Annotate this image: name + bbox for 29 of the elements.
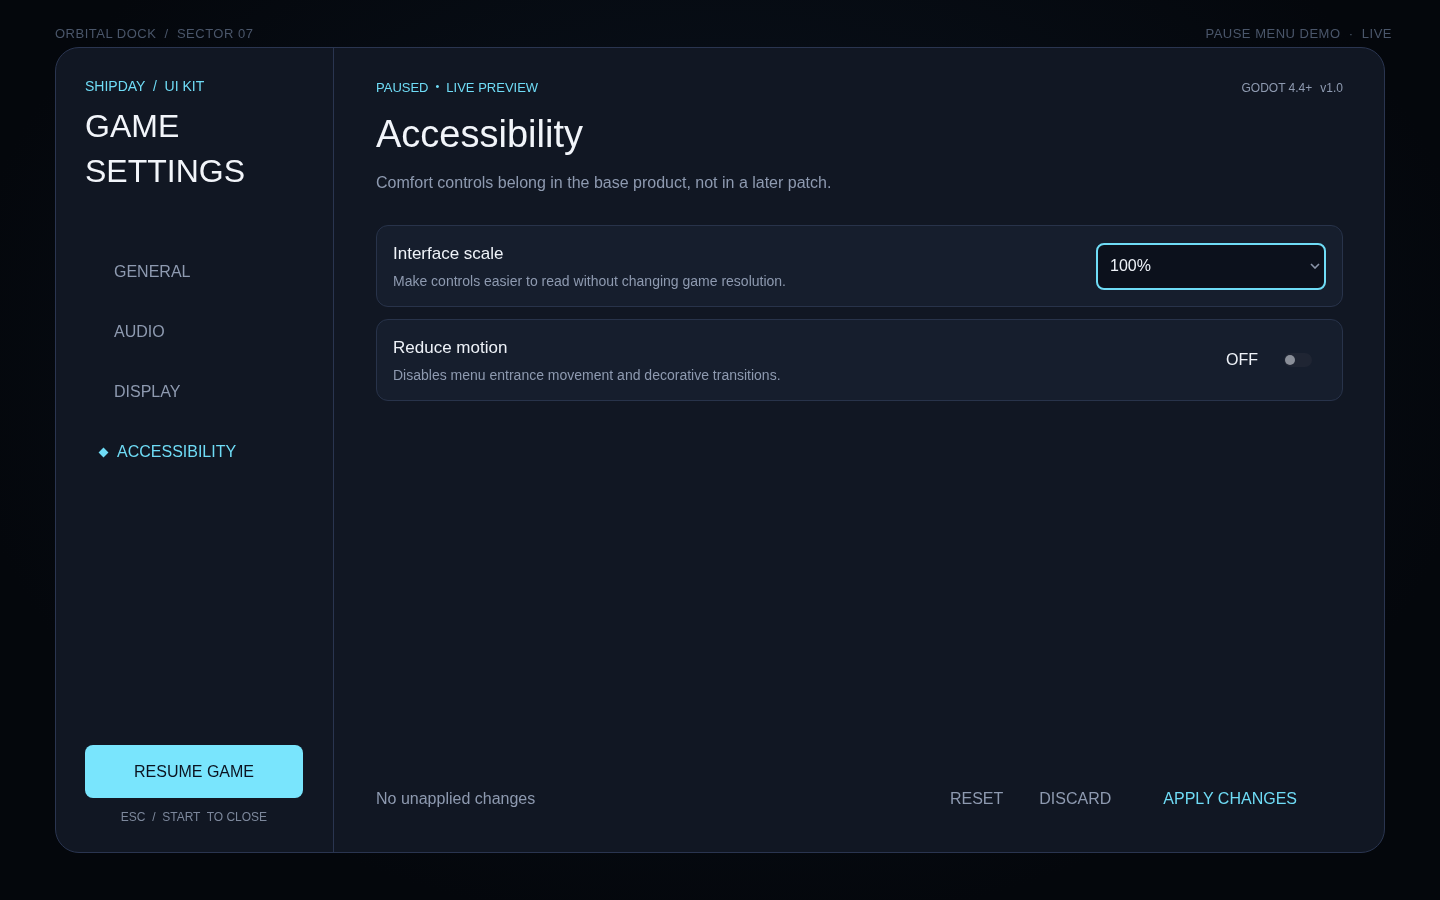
changes-status: No unapplied changes — [376, 790, 536, 808]
version-label: v1.0 — [1320, 80, 1343, 95]
menu-title: GAME SETTINGS — [85, 107, 245, 191]
nav-item[interactable]: AUDIO — [85, 302, 303, 362]
resume-button[interactable]: RESUME GAME — [85, 745, 303, 798]
nav-item[interactable]: DISPLAY — [85, 362, 303, 422]
status-label: PAUSED — [376, 80, 429, 95]
toggle-state-label: OFF — [1226, 351, 1258, 369]
engine-label: GODOT 4.4+ — [1241, 80, 1313, 95]
footer-button[interactable]: RESET — [931, 786, 1022, 812]
mode-label: LIVE PREVIEW — [446, 80, 539, 95]
setting-label: Interface scale — [393, 243, 505, 264]
separator-dot: • — [435, 80, 440, 94]
nav-item[interactable]: ACCESSIBILITY — [85, 422, 303, 482]
page-title: Accessibility — [376, 113, 584, 156]
backdrop-label: ORBITAL DOCK / SECTOR 07 — [55, 26, 254, 43]
backdrop-label: PAUSE MENU DEMO · LIVE — [1205, 26, 1392, 43]
footer-button[interactable]: APPLY CHANGES — [1145, 786, 1315, 812]
toggle-switch[interactable] — [1284, 353, 1312, 367]
nav-item[interactable]: GENERAL — [85, 242, 303, 302]
setting-label: Reduce motion — [393, 337, 509, 358]
close-hint: ESC / START TO CLOSE — [120, 810, 268, 824]
setting-description: Make controls easier to read without changing game resolution. — [393, 272, 786, 289]
footer-button[interactable]: DISCARD — [1021, 786, 1130, 812]
page-subtitle: Comfort controls belong in the base product, not in a later patch. — [376, 174, 833, 192]
scale-dropdown[interactable]: 100% — [1096, 242, 1326, 290]
breadcrumb: SHIPDAY / UI KIT — [85, 78, 206, 94]
chevron-down-icon — [1310, 263, 1320, 269]
setting-description: Disables menu entrance movement and decorative transitions. — [393, 366, 781, 383]
